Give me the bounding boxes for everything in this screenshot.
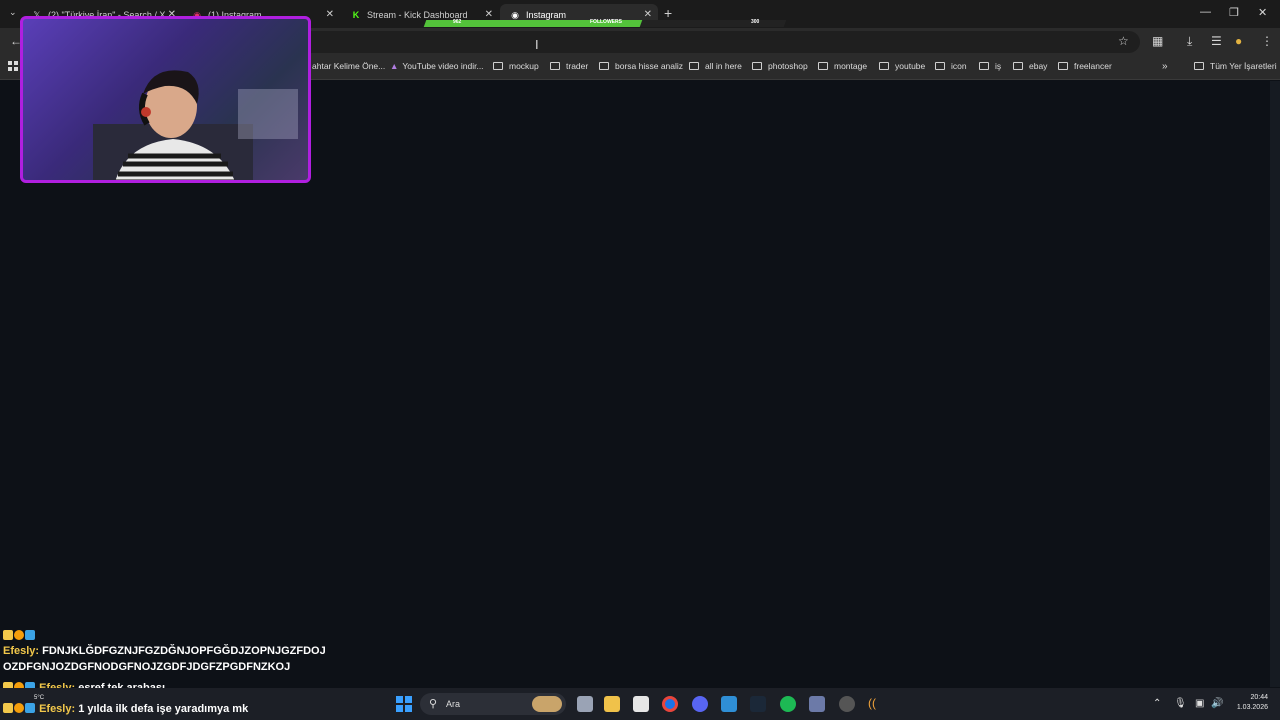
close-icon[interactable]: ✕ bbox=[644, 9, 652, 20]
address-bar[interactable] bbox=[300, 31, 1140, 53]
close-icon[interactable]: ✕ bbox=[326, 9, 334, 20]
bookmark-folder[interactable]: icon bbox=[935, 61, 967, 71]
folder-icon bbox=[493, 62, 503, 70]
bookmark-item[interactable]: ahtar Kelime Öne... bbox=[312, 61, 385, 71]
microphone-icon[interactable]: 🎙 bbox=[1174, 698, 1187, 709]
crown-badge-icon bbox=[3, 630, 13, 640]
photos-icon[interactable] bbox=[721, 696, 737, 712]
tab-search-chevron-icon[interactable]: ⌄ bbox=[9, 7, 17, 18]
bookmark-folder[interactable]: borsa hisse analiz bbox=[599, 61, 683, 71]
chat-username: Efesly: bbox=[3, 645, 40, 657]
minimize-icon[interactable]: — bbox=[1200, 6, 1211, 18]
file-explorer-icon[interactable] bbox=[604, 696, 620, 712]
close-window-icon[interactable]: ✕ bbox=[1258, 6, 1267, 19]
bookmark-folder[interactable]: iş bbox=[979, 61, 1001, 71]
search-icon: ⚲ bbox=[429, 698, 438, 710]
folder-icon bbox=[1058, 62, 1068, 70]
folder-icon bbox=[550, 62, 560, 70]
bookmark-folder[interactable]: mockup bbox=[493, 61, 539, 71]
chrome-icon[interactable] bbox=[662, 696, 678, 712]
clock-time: 20:44 bbox=[1250, 694, 1268, 701]
chat-text: 1 yılda ilk defa işe yaradımya mk bbox=[78, 703, 249, 715]
bookmark-folder[interactable]: youtube bbox=[879, 61, 925, 71]
sub-badge-icon bbox=[14, 703, 24, 713]
menu-kebab-icon[interactable]: ⋮ bbox=[1261, 34, 1273, 48]
goal-target: 300 bbox=[751, 19, 760, 25]
chat-badges bbox=[3, 630, 36, 642]
folder-icon bbox=[1194, 62, 1204, 70]
kick-icon: K bbox=[352, 10, 360, 20]
crown-badge-icon bbox=[3, 703, 13, 713]
task-view-icon[interactable] bbox=[577, 696, 593, 712]
all-bookmarks-folder[interactable]: Tüm Yer İşaretleri bbox=[1194, 61, 1277, 71]
folder-icon bbox=[599, 62, 609, 70]
download-icon[interactable]: ⤓ bbox=[1187, 34, 1192, 49]
chat-text: FDNJKLĞDFGZNJFGZDĞNJOPFGĞDJZOPNJGZFDOJ bbox=[42, 645, 326, 657]
follower-goal-bar: 962 FOLLOWERS 300 bbox=[423, 19, 787, 28]
folder-icon bbox=[818, 62, 828, 70]
taskbar-search[interactable]: ⚲ Ara bbox=[420, 693, 566, 715]
extensions-icon[interactable]: ▦ bbox=[1152, 34, 1163, 48]
folder-icon bbox=[935, 62, 945, 70]
folder-icon bbox=[1013, 62, 1023, 70]
cube-badge-icon bbox=[25, 703, 35, 713]
text-cursor-icon: I bbox=[535, 37, 539, 52]
media-controls-icon[interactable]: ☰ bbox=[1211, 34, 1222, 48]
streamer-image bbox=[93, 70, 253, 180]
tray-chevron-icon[interactable]: ⌃ bbox=[1153, 698, 1161, 709]
store-icon[interactable] bbox=[633, 696, 649, 712]
bookmark-favicon-icon: ▲ bbox=[390, 61, 399, 71]
obs-icon[interactable] bbox=[839, 696, 855, 712]
chat-username: Efesly: bbox=[39, 703, 76, 715]
bookmark-folder[interactable]: photoshop bbox=[752, 61, 808, 71]
volume-icon[interactable]: 🔊 bbox=[1211, 698, 1223, 709]
app-icon[interactable] bbox=[809, 696, 825, 712]
apps-grid-icon[interactable] bbox=[8, 61, 18, 71]
bookmark-folder[interactable]: all in here bbox=[689, 61, 742, 71]
bookmark-folder[interactable]: freelancer bbox=[1058, 61, 1112, 71]
profile-avatar-icon[interactable]: ● bbox=[1235, 34, 1242, 48]
display-icon[interactable]: ▣ bbox=[1195, 698, 1204, 709]
folder-icon bbox=[979, 62, 989, 70]
folder-icon bbox=[879, 62, 889, 70]
weather-widget[interactable]: 5°C bbox=[34, 695, 44, 701]
scrollbar[interactable] bbox=[1270, 81, 1280, 687]
discord-icon[interactable] bbox=[692, 696, 708, 712]
new-tab-icon[interactable]: + bbox=[664, 5, 672, 21]
chat-message: Efesly: FDNJKLĞDFGZNJFGZDĞNJOPFGĞDJZOPNJ… bbox=[3, 645, 326, 657]
webcam-overlay bbox=[20, 16, 311, 183]
bookmark-folder[interactable]: ebay bbox=[1013, 61, 1047, 71]
chat-message-continued: OZDFGNJOZDGFNODGFNOJZGDFJDGFZPGDFNZKOJ bbox=[3, 661, 290, 673]
spotify-icon[interactable] bbox=[780, 696, 796, 712]
search-placeholder: Ara bbox=[446, 699, 461, 709]
clock-date: 1.03.2026 bbox=[1236, 704, 1268, 711]
close-icon[interactable]: ✕ bbox=[485, 9, 493, 20]
instagram-icon: ◉ bbox=[511, 10, 519, 20]
folder-icon bbox=[689, 62, 699, 70]
star-bookmark-icon[interactable]: ☆ bbox=[1118, 34, 1129, 48]
goal-current: 962 bbox=[453, 19, 462, 25]
bookmark-folder[interactable]: montage bbox=[818, 61, 867, 71]
chat-text: OZDFGNJOZDGFNODGFNOJZGDFJDGFZPGDFNZKOJ bbox=[3, 661, 291, 673]
windows-start-icon[interactable] bbox=[396, 696, 412, 712]
sub-badge-icon bbox=[14, 630, 24, 640]
bookmark-folder[interactable]: trader bbox=[550, 61, 588, 71]
search-highlight-icon bbox=[532, 696, 562, 712]
broadcast-icon[interactable]: (( bbox=[868, 696, 884, 712]
steam-icon[interactable] bbox=[750, 696, 766, 712]
more-bookmarks-chevron-icon[interactable]: » bbox=[1162, 61, 1168, 72]
folder-icon bbox=[752, 62, 762, 70]
bookmark-item[interactable]: ▲ YouTube video indir... bbox=[390, 61, 484, 71]
goal-label: FOLLOWERS bbox=[590, 19, 622, 25]
tab-title: Instagram bbox=[526, 10, 567, 20]
taskbar-clock[interactable]: 20:44 1.03.2026 bbox=[1230, 693, 1268, 713]
chat-message: Efesly: 1 yılda ilk defa işe yaradımya m… bbox=[3, 703, 248, 715]
cube-badge-icon bbox=[25, 630, 35, 640]
maximize-icon[interactable]: ❐ bbox=[1229, 6, 1239, 19]
